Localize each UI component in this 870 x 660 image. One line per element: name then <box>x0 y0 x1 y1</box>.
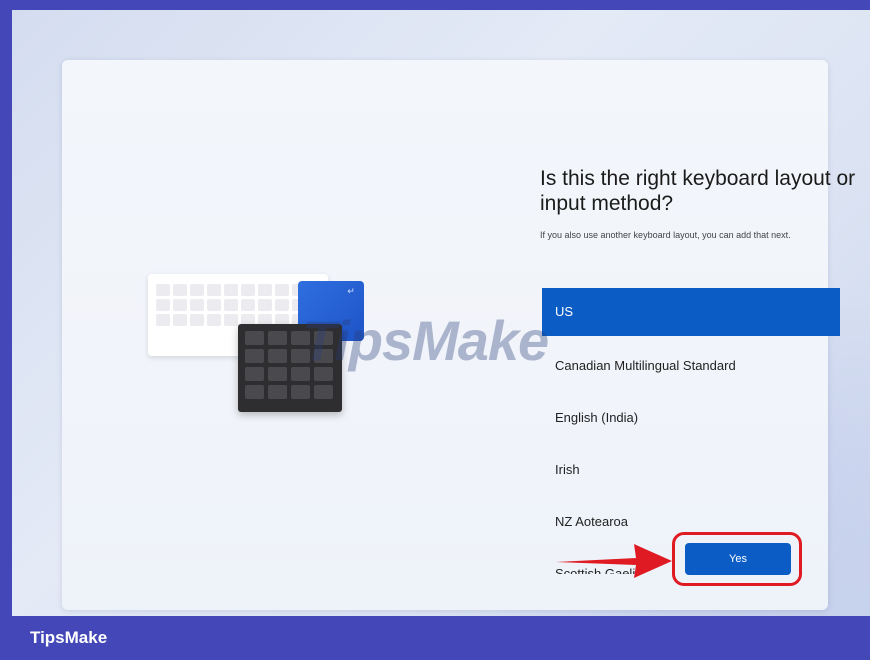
enter-key-icon: ↵ <box>347 286 355 296</box>
keyboard-illustration-icon: ↵ <box>148 266 378 426</box>
layout-item-canadian-multilingual[interactable]: Canadian Multilingual Standard <box>542 340 840 392</box>
layout-item-us[interactable]: US <box>542 288 840 336</box>
red-arrow-icon <box>556 544 672 578</box>
oobe-card: ↵ Is this the right keyboard layout or i… <box>62 60 855 610</box>
dark-keypad-icon <box>238 324 342 412</box>
layout-item-irish[interactable]: Irish <box>542 444 840 496</box>
yes-button[interactable]: Yes <box>685 543 791 575</box>
page-title: Is this the right keyboard layout or inp… <box>540 167 856 215</box>
footer-brand: TipsMake <box>30 628 108 647</box>
oobe-screen: ↵ Is this the right keyboard layout or i… <box>12 10 870 616</box>
layout-item-english-india[interactable]: English (India) <box>542 392 840 444</box>
page-subtitle: If you also use another keyboard layout,… <box>540 230 791 240</box>
yes-highlight-annotation: Yes <box>672 532 802 586</box>
